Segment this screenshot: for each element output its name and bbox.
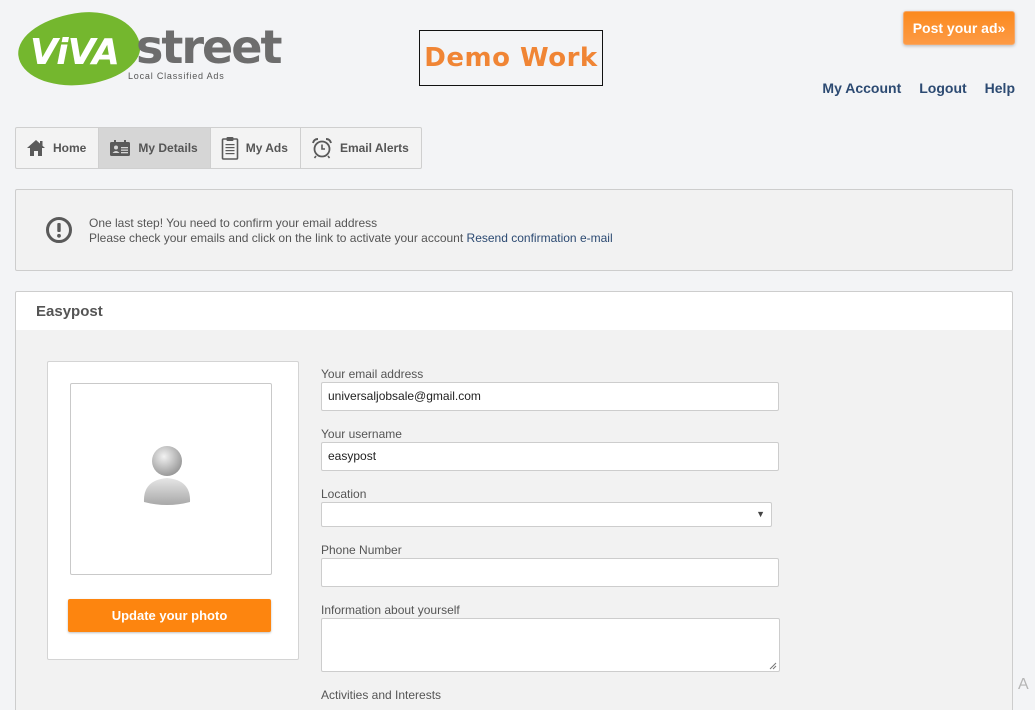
home-icon (27, 140, 45, 156)
email-field[interactable]: universaljobsale@gmail.com (321, 382, 779, 411)
resend-confirmation-link[interactable]: Resend confirmation e-mail (467, 231, 613, 245)
logo-tagline: Local Classified Ads (128, 71, 225, 81)
location-label: Location (321, 487, 367, 501)
default-user-icon (143, 446, 191, 505)
notice-line-2: Please check your emails and click on th… (89, 231, 464, 245)
chevron-down-icon: ▼ (756, 509, 765, 519)
tab-email-alerts[interactable]: Email Alerts (301, 128, 421, 168)
email-label: Your email address (321, 367, 424, 381)
phone-field[interactable] (321, 558, 779, 587)
phone-label: Phone Number (321, 543, 402, 557)
about-textarea[interactable] (321, 618, 780, 672)
tab-my-details[interactable]: My Details (99, 128, 211, 168)
logo-street-text: street (136, 20, 282, 74)
tab-home-label: Home (53, 141, 87, 155)
logo-viva-text: ViVA (30, 32, 120, 73)
demo-work-label: Demo Work (419, 30, 603, 86)
resize-grip-icon[interactable] (769, 662, 777, 670)
my-account-link[interactable]: My Account (822, 80, 901, 96)
username-label: Your username (321, 427, 402, 441)
update-photo-button[interactable]: Update your photo (68, 599, 271, 632)
id-card-icon (110, 140, 131, 156)
username-field[interactable]: easypost (321, 442, 779, 471)
activities-label: Activities and Interests (321, 688, 442, 702)
account-tabs: Home My Details My Ads Email Alerts (15, 127, 422, 169)
vivastreet-logo[interactable]: ViVA street Local Classified Ads (14, 6, 282, 92)
tab-email-alerts-label: Email Alerts (339, 141, 409, 155)
logout-link[interactable]: Logout (919, 80, 966, 96)
notice-line-1: One last step! You need to confirm your … (89, 216, 378, 230)
photo-card: Update your photo (47, 361, 299, 660)
about-label: Information about yourself (321, 603, 460, 617)
notice-line-2-wrapper: Please check your emails and click on th… (89, 231, 613, 246)
exclamation-circle-icon (46, 217, 72, 243)
account-links: My Account Logout Help (822, 80, 1015, 96)
help-link[interactable]: Help (985, 80, 1015, 96)
profile-panel-body: Update your photo Your email address uni… (15, 330, 1013, 710)
alarm-clock-icon (311, 138, 332, 159)
tab-my-ads[interactable]: My Ads (211, 128, 301, 168)
tab-home[interactable]: Home (16, 128, 100, 168)
tab-my-ads-label: My Ads (245, 141, 288, 155)
edge-text-fragment: A (1018, 676, 1029, 693)
clipboard-icon (221, 137, 239, 160)
confirm-email-notice: One last step! You need to confirm your … (15, 189, 1013, 271)
profile-panel-title: Easypost (15, 291, 1013, 331)
location-select[interactable]: ▼ (321, 502, 772, 527)
profile-photo-frame (70, 383, 272, 575)
tab-my-details-label: My Details (138, 141, 198, 155)
post-your-ad-button[interactable]: Post your ad» (903, 11, 1015, 45)
